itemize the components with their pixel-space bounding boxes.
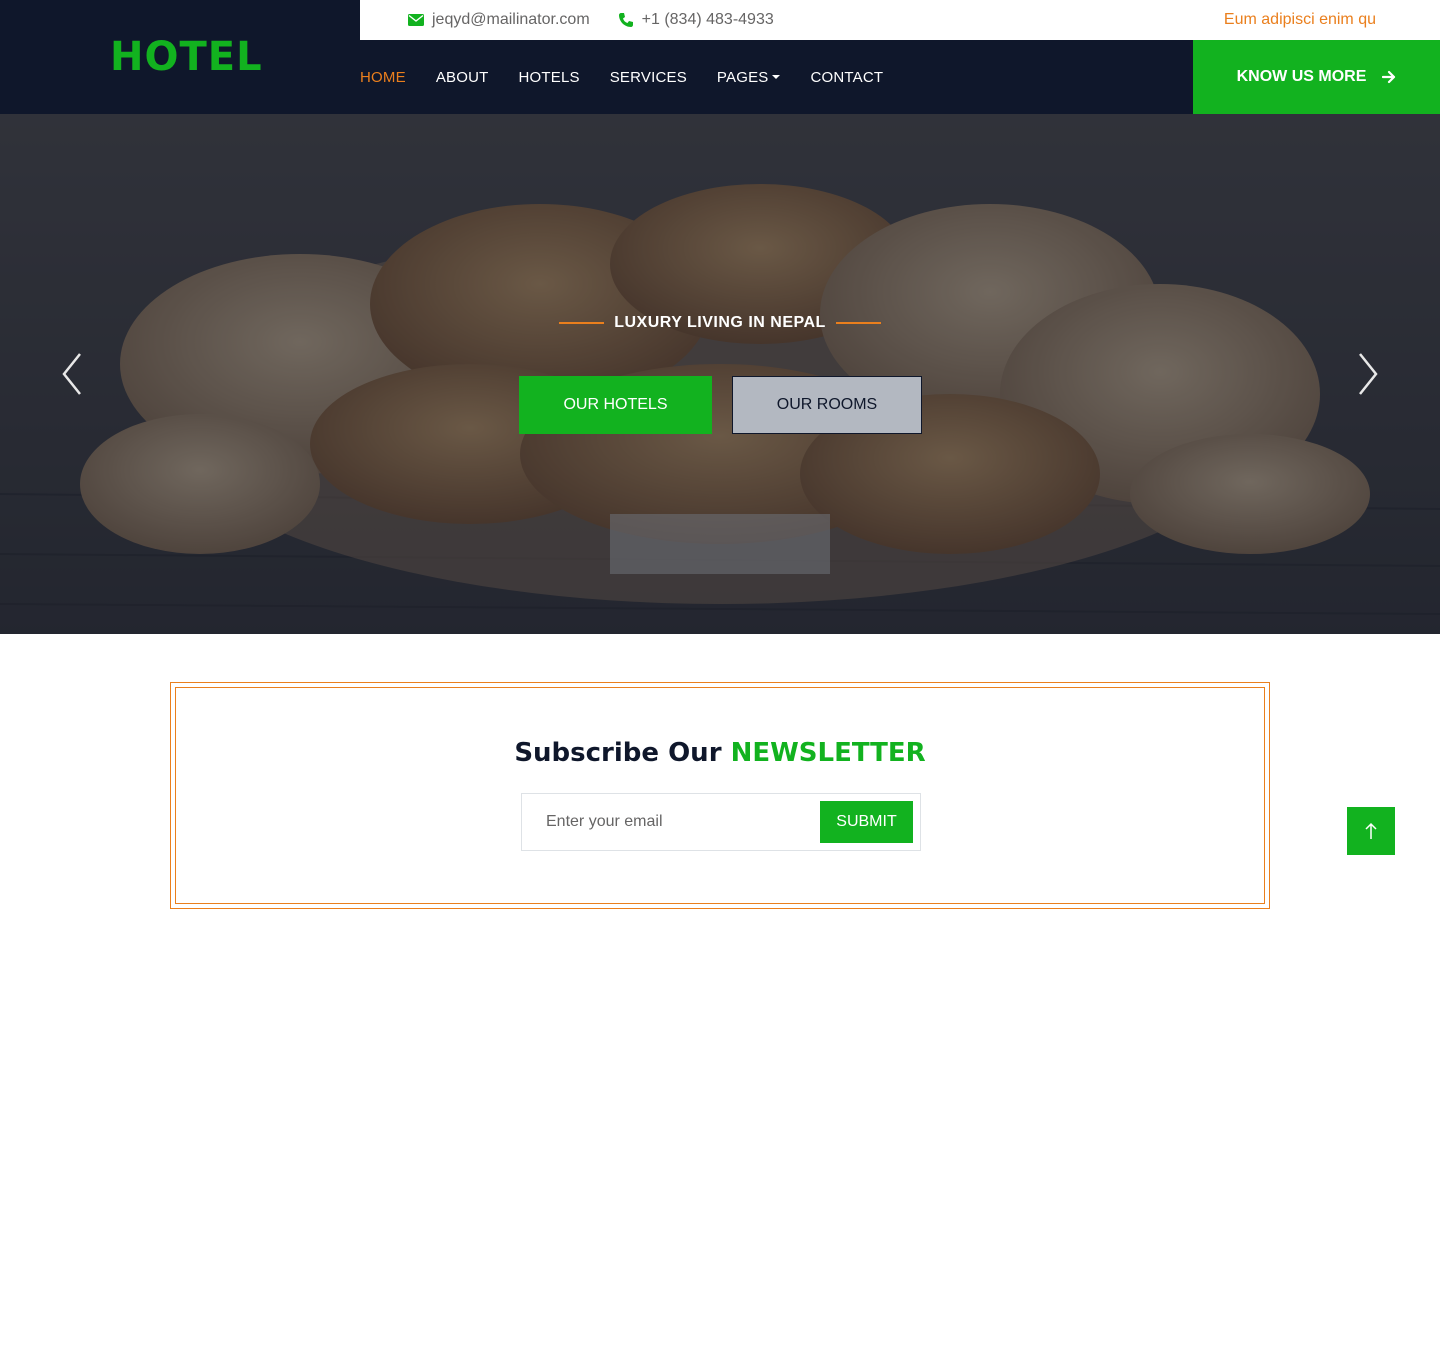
newsletter-submit-button[interactable]: SUBMIT	[820, 801, 913, 843]
topbar-phone[interactable]: +1 (834) 483-4933	[618, 11, 774, 29]
phone-text: +1 (834) 483-4933	[641, 11, 774, 28]
tagline-text: LUXURY LIVING IN NEPAL	[614, 314, 826, 331]
arrow-up-icon	[1365, 822, 1377, 839]
newsletter-section: Subscribe Our NEWSLETTER SUBMIT	[170, 682, 1270, 909]
topbar-ticker: Eum adipisci enim qu	[1223, 11, 1376, 28]
email-text: jeqyd@mailinator.com	[432, 11, 590, 28]
nav-pages-label: PAGES	[716, 68, 769, 86]
nav-home[interactable]: HOME	[360, 69, 406, 86]
nav-services[interactable]: SERVICES	[610, 69, 687, 86]
carousel-prev-button[interactable]	[56, 350, 90, 398]
newsletter-title: Subscribe Our NEWSLETTER	[176, 738, 1264, 768]
back-to-top-button[interactable]	[1347, 807, 1395, 855]
brand-area: HOTEL	[0, 0, 360, 114]
our-rooms-button[interactable]: OUR ROOMS	[732, 376, 922, 434]
phone-icon	[618, 12, 634, 28]
newsletter-title-accent: NEWSLETTER	[730, 738, 926, 768]
newsletter-form: SUBMIT	[521, 793, 921, 851]
tagline-line-right	[835, 322, 881, 324]
nav-contact[interactable]: CONTACT	[810, 69, 883, 86]
top-bar: jeqyd@mailinator.com +1 (834) 483-4933 E…	[360, 0, 1440, 40]
main-nav: HOME ABOUT HOTELS SERVICES PAGES CONTACT	[360, 40, 1193, 114]
newsletter-box: Subscribe Our NEWSLETTER SUBMIT	[175, 687, 1265, 904]
carousel-next-button[interactable]	[1350, 350, 1384, 398]
brand-logo[interactable]: HOTEL	[110, 34, 263, 80]
chevron-left-icon	[62, 353, 81, 395]
newsletter-email-input[interactable]	[522, 794, 817, 850]
hero-tagline: LUXURY LIVING IN NEPAL	[0, 314, 1440, 332]
caret-down-icon	[772, 75, 781, 79]
arrow-right-icon	[1382, 70, 1396, 84]
newsletter-title-text: Subscribe Our	[514, 738, 722, 768]
tagline-line-left	[559, 322, 605, 324]
nav-hotels[interactable]: HOTELS	[519, 69, 580, 86]
know-us-more-button[interactable]: KNOW US MORE	[1193, 40, 1440, 114]
chevron-right-icon	[1359, 353, 1378, 395]
our-hotels-button[interactable]: OUR HOTELS	[519, 376, 712, 434]
nav-pages-dropdown[interactable]: PAGES	[717, 69, 781, 86]
topbar-email[interactable]: jeqyd@mailinator.com	[408, 11, 590, 29]
cta-label: KNOW US MORE	[1236, 68, 1367, 85]
hero-carousel: LUXURY LIVING IN NEPAL OUR HOTELS OUR RO…	[0, 114, 1440, 634]
hero-content: LUXURY LIVING IN NEPAL OUR HOTELS OUR RO…	[0, 114, 1440, 634]
envelope-icon	[408, 12, 424, 28]
site-header: HOTEL jeqyd@mailinator.com +1 (834) 483-…	[0, 0, 1440, 114]
nav-about[interactable]: ABOUT	[436, 69, 489, 86]
